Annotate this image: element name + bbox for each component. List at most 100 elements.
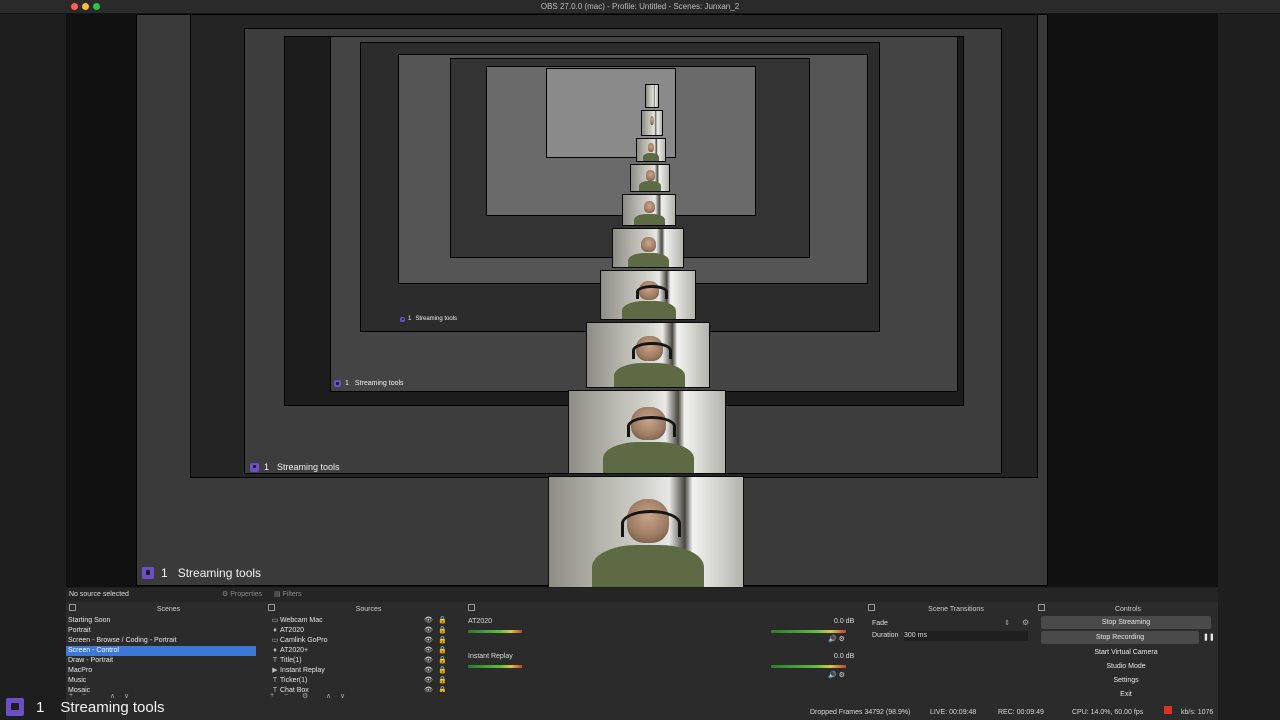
source-item[interactable]: ♦ AT2020+ 👁 🔒 [268,646,453,656]
visibility-eye-icon[interactable]: 👁 [424,636,433,646]
mic-icon: ♦ [273,627,277,634]
webcam-tile-7 [630,164,670,192]
bitrate: kb/s: 1076 [1181,709,1214,716]
source-label: Camlink GoPro [280,637,328,644]
scene-item[interactable]: MacPro [66,666,256,676]
minimize-window-icon[interactable] [82,3,89,10]
settings-button[interactable]: Settings [1041,674,1211,687]
mixer-channel-2: Instant Replay [468,653,513,660]
properties-button[interactable]: ⚙ Properties [222,588,262,602]
play-icon: ▶ [272,667,278,674]
twitch-icon [400,316,405,322]
lock-icon[interactable]: 🔒 [438,616,447,626]
audio-meter [468,665,522,668]
visibility-eye-icon[interactable]: 👁 [424,646,433,656]
source-label: Title(1) [280,657,302,664]
twitch-icon [6,698,24,716]
visibility-eye-icon[interactable]: 👁 [424,666,433,676]
visibility-eye-icon[interactable]: 👁 [424,656,433,666]
zoom-window-icon[interactable] [93,3,100,10]
transition-select[interactable]: Fade ⇕ [872,618,1010,629]
lock-icon[interactable]: 🔒 [438,666,447,676]
source-item[interactable]: T Title(1) 👁 🔒 [268,656,453,666]
scene-item[interactable]: Screen - Control [66,646,256,656]
webcam-tile-6 [622,194,676,226]
controls-dock-title: Controls [1114,606,1142,613]
status-bar: Dropped Frames 34792 (98.9%) LIVE: 00:09… [66,706,1218,720]
sources-list[interactable]: ▭ Webcam Mac 👁 🔒 ♦ AT2020 👁 🔒 ▭ Camlink GoPro 👁 🔒 ♦ A… [268,616,453,692]
mute-icon[interactable]: 🔊 ⚙ [828,671,845,679]
source-item[interactable]: T Chat Box 👁 🔒 [268,686,453,692]
sources-dock-title: Sources [355,606,382,613]
mic-icon: ♦ [273,647,277,654]
scene-item[interactable]: Portrait [66,626,256,636]
scene-item[interactable]: Mosaic [66,686,256,692]
source-label: Instant Replay [280,667,325,674]
scenes-list[interactable]: Starting Soon Portrait Screen - Browse / C… [66,616,256,692]
mixer-channel-name: Instant Replay [468,653,513,660]
lock-icon[interactable]: 🔒 [438,686,447,692]
webcam-tile-2 [568,390,726,474]
source-settings-icon[interactable]: ⚙ [302,692,308,700]
dropped-frames: Dropped Frames 34792 (98.9%) [810,709,911,716]
scene-item[interactable]: Music [66,676,256,686]
source-label: AT2020+ [280,647,309,654]
webcam-tile-1 [548,476,744,587]
webcam-tile-9 [641,110,663,136]
overlay-number: 1 [36,698,45,716]
visibility-eye-icon[interactable]: 👁 [424,626,433,636]
source-item[interactable]: ▭ Camlink GoPro 👁 🔒 [268,636,453,646]
source-add-button[interactable]: + [270,692,274,699]
stop-streaming-button[interactable]: Stop Streaming [1041,616,1211,629]
source-item[interactable]: ▭ Webcam Mac 👁 🔒 [268,616,453,626]
streaming-tools-overlay: 1 Streaming tools [6,698,165,716]
lock-icon[interactable]: 🔒 [438,626,447,636]
source-item[interactable]: ♦ AT2020 👁 🔒 [268,626,453,636]
webcam-tile-5 [612,228,684,268]
rec-time: REC: 00:09:49 [998,709,1044,716]
pause-recording-icon[interactable]: ❚❚ [1203,631,1215,644]
scene-item[interactable]: Draw - Portrait [66,656,256,666]
webcam-icon: ▭ [271,617,279,624]
filters-button[interactable]: ▤ Filters [274,588,302,602]
source-label: Webcam Mac [280,617,323,624]
dock-float-icon[interactable] [468,604,475,611]
close-window-icon[interactable] [71,3,78,10]
webcam-tile-4 [600,270,696,320]
visibility-eye-icon[interactable]: 👁 [424,686,433,692]
visibility-eye-icon[interactable]: 👁 [424,676,433,686]
scene-item[interactable]: Screen - Browse / Coding - Portrait [66,636,256,646]
source-remove-button[interactable]: − [284,692,288,699]
dock-area: No source selected ⚙ Properties ▤ Filter… [66,588,1218,720]
stop-recording-button[interactable]: Stop Recording [1041,631,1199,644]
preview-canvas[interactable]: 1 Streaming tools 1 Streaming tools 1 St… [66,14,1218,587]
exit-button[interactable]: Exit [1041,688,1211,701]
chevron-down-icon: ⇕ [1004,620,1010,627]
audio-meter [468,630,522,633]
source-down-button[interactable]: ∨ [340,692,345,700]
text-icon: T [272,677,278,684]
source-toolbar: No source selected ⚙ Properties ▤ Filter… [66,588,1218,602]
lock-icon[interactable]: 🔒 [438,656,447,666]
window-title: OBS 27.0.0 (mac) - Profile: Untitled - S… [540,2,740,11]
scene-item[interactable]: Starting Soon [66,616,256,626]
live-time: LIVE: 00:09:48 [930,709,977,716]
duration-input[interactable]: 300 ms [904,631,1028,641]
source-up-button[interactable]: ∧ [326,692,331,700]
lock-icon[interactable]: 🔒 [438,646,447,656]
source-item[interactable]: T Ticker(1) 👁 🔒 [268,676,453,686]
source-item[interactable]: ▶ Instant Replay 👁 🔒 [268,666,453,676]
visibility-eye-icon[interactable]: 👁 [424,616,433,626]
start-virtual-camera-button[interactable]: Start Virtual Camera [1041,646,1211,659]
cpu-fps: CPU: 14.0%, 60.00 fps [1072,709,1144,716]
window-title-bar: OBS 27.0.0 (mac) - Profile: Untitled - S… [0,0,1280,14]
twitch-icon [334,380,341,387]
lock-icon[interactable]: 🔒 [438,636,447,646]
studio-mode-button[interactable]: Studio Mode [1041,660,1211,673]
webcam-tile-8 [636,138,666,162]
lock-icon[interactable]: 🔒 [438,676,447,686]
nested-overlay-1: 1 Streaming tools [142,566,261,580]
mute-icon[interactable]: 🔊 ⚙ [828,635,845,643]
rec-indicator-icon [1164,706,1172,714]
transition-settings-icon[interactable]: ⚙ [1022,618,1029,627]
